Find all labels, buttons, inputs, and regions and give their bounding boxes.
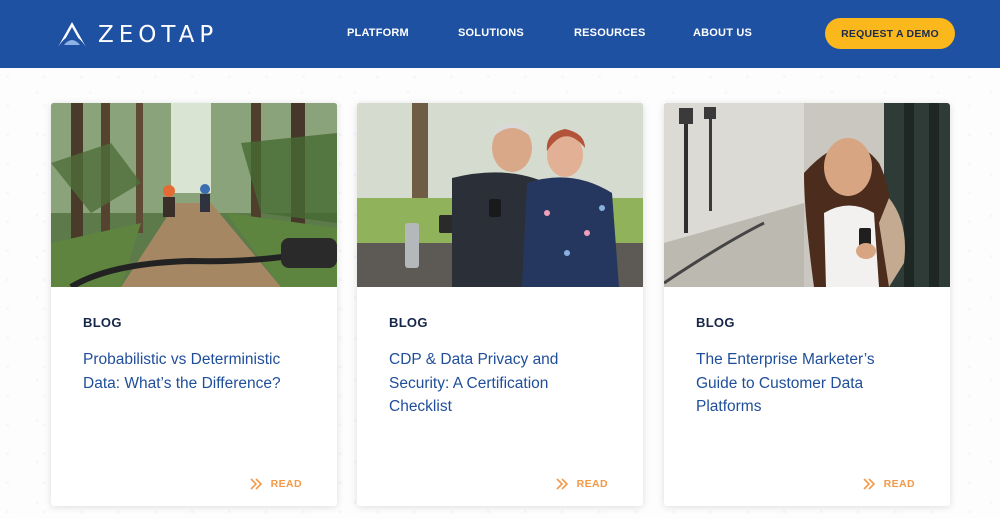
senior-couple-phone-image — [357, 103, 643, 287]
zeotap-logo-icon — [58, 22, 86, 47]
read-label: READ — [883, 478, 915, 490]
blog-card[interactable]: BLOG The Enterprise Marketer’s Guide to … — [664, 103, 950, 506]
card-title[interactable]: CDP & Data Privacy and Security: A Certi… — [389, 348, 604, 419]
card-category: BLOG — [389, 315, 428, 330]
double-chevron-right-icon — [250, 478, 262, 490]
read-label: READ — [576, 478, 608, 490]
nav-about-us[interactable]: ABOUT US — [693, 27, 752, 39]
site-header: ZEOTAP PLATFORM SOLUTIONS RESOURCES ABOU… — [0, 0, 1000, 68]
nav-platform[interactable]: PLATFORM — [347, 27, 409, 39]
woman-phone-street-image — [664, 103, 950, 287]
read-link[interactable]: READ — [863, 478, 915, 490]
logo[interactable]: ZEOTAP — [57, 19, 218, 51]
card-title[interactable]: The Enterprise Marketer’s Guide to Custo… — [696, 348, 911, 419]
blog-card[interactable]: BLOG Probabilistic vs Deterministic Data… — [51, 103, 337, 506]
card-category: BLOG — [696, 315, 735, 330]
card-title[interactable]: Probabilistic vs Deterministic Data: Wha… — [83, 348, 298, 395]
double-chevron-right-icon — [556, 478, 568, 490]
cyclists-forest-trail-image — [51, 103, 337, 287]
card-image[interactable] — [357, 103, 643, 287]
card-image[interactable] — [51, 103, 337, 287]
blog-card[interactable]: BLOG CDP & Data Privacy and Security: A … — [357, 103, 643, 506]
read-link[interactable]: READ — [556, 478, 608, 490]
brand-name: ZEOTAP — [98, 22, 219, 48]
request-demo-button[interactable]: REQUEST A DEMO — [825, 18, 955, 49]
read-link[interactable]: READ — [250, 478, 302, 490]
nav-solutions[interactable]: SOLUTIONS — [458, 27, 524, 39]
card-image[interactable] — [664, 103, 950, 287]
read-label: READ — [270, 478, 302, 490]
nav-resources[interactable]: RESOURCES — [574, 27, 645, 39]
double-chevron-right-icon — [863, 478, 875, 490]
card-category: BLOG — [83, 315, 122, 330]
